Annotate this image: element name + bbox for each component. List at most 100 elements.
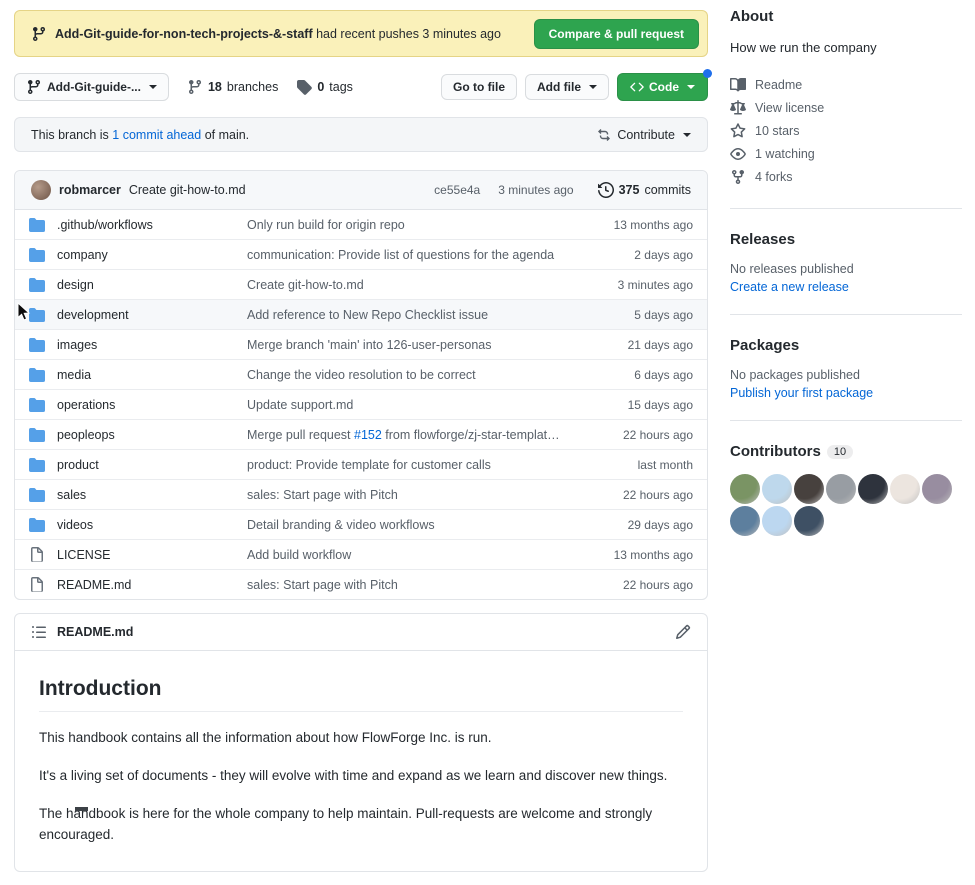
about-description: How we run the company	[730, 39, 962, 57]
file-commit-message[interactable]: Merge pull request #152 from flowforge/z…	[247, 428, 575, 442]
sidebar-item-view-license[interactable]: View license	[730, 96, 962, 119]
table-row[interactable]: productproduct: Provide template for cus…	[15, 449, 707, 479]
table-row[interactable]: videosDetail branding & video workflows2…	[15, 509, 707, 539]
commits-label: commits	[644, 183, 691, 197]
file-commit-message[interactable]: Update support.md	[247, 398, 575, 412]
contributor-avatar[interactable]	[890, 474, 920, 504]
file-name-link[interactable]: peopleops	[57, 428, 247, 442]
file-commit-message[interactable]: Add reference to New Repo Checklist issu…	[247, 308, 575, 322]
sidebar-item-label: 1 watching	[755, 147, 815, 161]
contributor-avatar[interactable]	[730, 506, 760, 536]
sidebar-item-readme[interactable]: Readme	[730, 73, 962, 96]
commit-message[interactable]: Create git-how-to.md	[129, 183, 426, 197]
file-commit-message[interactable]: Merge branch 'main' into 126-user-person…	[247, 338, 575, 352]
table-row[interactable]: .github/workflowsOnly run build for orig…	[15, 210, 707, 239]
list-icon[interactable]	[31, 624, 47, 640]
add-file-button[interactable]: Add file	[525, 74, 609, 100]
avatar[interactable]	[31, 180, 51, 200]
file-name-link[interactable]: videos	[57, 518, 247, 532]
contributor-avatar[interactable]	[794, 474, 824, 504]
file-name-link[interactable]: design	[57, 278, 247, 292]
divider	[730, 420, 962, 421]
table-row[interactable]: designCreate git-how-to.md3 minutes ago	[15, 269, 707, 299]
sidebar-item-10-stars[interactable]: 10 stars	[730, 119, 962, 142]
file-commit-message[interactable]: Add build workflow	[247, 548, 575, 562]
file-commit-message[interactable]: sales: Start page with Pitch	[247, 578, 575, 592]
commit-ahead-link[interactable]: 1 commit ahead	[112, 128, 201, 142]
readme-paragraph: This handbook contains all the informati…	[39, 728, 683, 749]
sidebar-item-1-watching[interactable]: 1 watching	[730, 142, 962, 165]
file-name-link[interactable]: LICENSE	[57, 548, 247, 562]
file-name-link[interactable]: media	[57, 368, 247, 382]
pencil-icon[interactable]	[675, 624, 691, 640]
file-commit-age: 3 minutes ago	[575, 278, 693, 292]
file-commit-message[interactable]: communication: Provide list of questions…	[247, 248, 575, 262]
file-commit-message[interactable]: product: Provide template for customer c…	[247, 458, 575, 472]
sidebar-item-label: 10 stars	[755, 124, 799, 138]
contributors-label: Contributors	[730, 443, 821, 460]
pull-request-link[interactable]: #152	[354, 428, 382, 442]
branch-status-text: This branch is 1 commit ahead of main.	[31, 128, 596, 142]
contribute-button[interactable]: Contribute	[596, 127, 691, 143]
contributor-avatar[interactable]	[826, 474, 856, 504]
code-button[interactable]: Code	[617, 73, 708, 101]
contributor-avatar[interactable]	[922, 474, 952, 504]
compare-pull-request-button[interactable]: Compare & pull request	[534, 19, 699, 49]
file-commit-age: 5 days ago	[575, 308, 693, 322]
go-to-file-button[interactable]: Go to file	[441, 74, 517, 100]
file-commit-message[interactable]: Create git-how-to.md	[247, 278, 575, 292]
file-name-link[interactable]: company	[57, 248, 247, 262]
file-name-link[interactable]: images	[57, 338, 247, 352]
file-name-link[interactable]: product	[57, 458, 247, 472]
file-commit-age: 22 hours ago	[575, 488, 693, 502]
sidebar-item-4-forks[interactable]: 4 forks	[730, 165, 962, 188]
table-row[interactable]: operationsUpdate support.md15 days ago	[15, 389, 707, 419]
table-row[interactable]: README.mdsales: Start page with Pitch22 …	[15, 569, 707, 599]
table-row[interactable]: peopleopsMerge pull request #152 from fl…	[15, 419, 707, 449]
latest-commit-bar: robmarcer Create git-how-to.md ce55e4a 3…	[15, 171, 707, 210]
contributor-avatar[interactable]	[794, 506, 824, 536]
create-release-link[interactable]: Create a new release	[730, 280, 849, 294]
file-commit-message[interactable]: Detail branding & video workflows	[247, 518, 575, 532]
branch-selector[interactable]: Add-Git-guide-...	[14, 73, 169, 101]
table-row[interactable]: LICENSEAdd build workflow13 months ago	[15, 539, 707, 569]
contributor-avatar[interactable]	[730, 474, 760, 504]
file-commit-message[interactable]: Change the video resolution to be correc…	[247, 368, 575, 382]
file-name-link[interactable]: sales	[57, 488, 247, 502]
commit-author[interactable]: robmarcer	[59, 183, 121, 197]
commit-message-text: communication: Provide list of questions…	[247, 248, 554, 262]
commit-message-text: Detail branding & video workflows	[247, 518, 435, 532]
branches-count[interactable]: 18branches	[187, 79, 278, 95]
publish-package-link[interactable]: Publish your first package	[730, 386, 873, 400]
contributor-avatar[interactable]	[762, 506, 792, 536]
table-row[interactable]: companycommunication: Provide list of qu…	[15, 239, 707, 269]
clipped-heading-fragment	[75, 807, 88, 811]
commits-history-link[interactable]: 375commits	[598, 182, 691, 198]
add-file-label: Add file	[537, 80, 581, 94]
branch-toolbar: Add-Git-guide-... 18branches 0tags Go to…	[14, 72, 708, 102]
branch-selector-label: Add-Git-guide-...	[47, 80, 141, 94]
contributor-avatar[interactable]	[858, 474, 888, 504]
history-icon	[598, 182, 614, 198]
branches-count-label: branches	[227, 80, 278, 94]
table-row[interactable]: salessales: Start page with Pitch22 hour…	[15, 479, 707, 509]
file-name-link[interactable]: development	[57, 308, 247, 322]
tags-count[interactable]: 0tags	[296, 79, 353, 95]
table-row[interactable]: developmentAdd reference to New Repo Che…	[15, 299, 707, 329]
about-items: ReadmeView license 10 stars 1 watching 4 fo…	[730, 73, 962, 188]
push-branch-name: Add-Git-guide-for-non-tech-projects-&-st…	[55, 27, 313, 41]
git-branch-icon	[31, 26, 47, 42]
file-name-link[interactable]: README.md	[57, 578, 247, 592]
file-name-link[interactable]: .github/workflows	[57, 218, 247, 232]
readme-header: README.md	[15, 614, 707, 651]
contributors-avatars	[730, 474, 962, 536]
table-row[interactable]: mediaChange the video resolution to be c…	[15, 359, 707, 389]
file-name-link[interactable]: operations	[57, 398, 247, 412]
table-row[interactable]: imagesMerge branch 'main' into 126-user-…	[15, 329, 707, 359]
file-commit-message[interactable]: sales: Start page with Pitch	[247, 488, 575, 502]
contributor-avatar[interactable]	[762, 474, 792, 504]
commit-sha[interactable]: ce55e4a	[434, 183, 480, 197]
book-icon	[730, 77, 746, 93]
file-commit-message[interactable]: Only run build for origin repo	[247, 218, 575, 232]
file-icon	[29, 577, 45, 593]
